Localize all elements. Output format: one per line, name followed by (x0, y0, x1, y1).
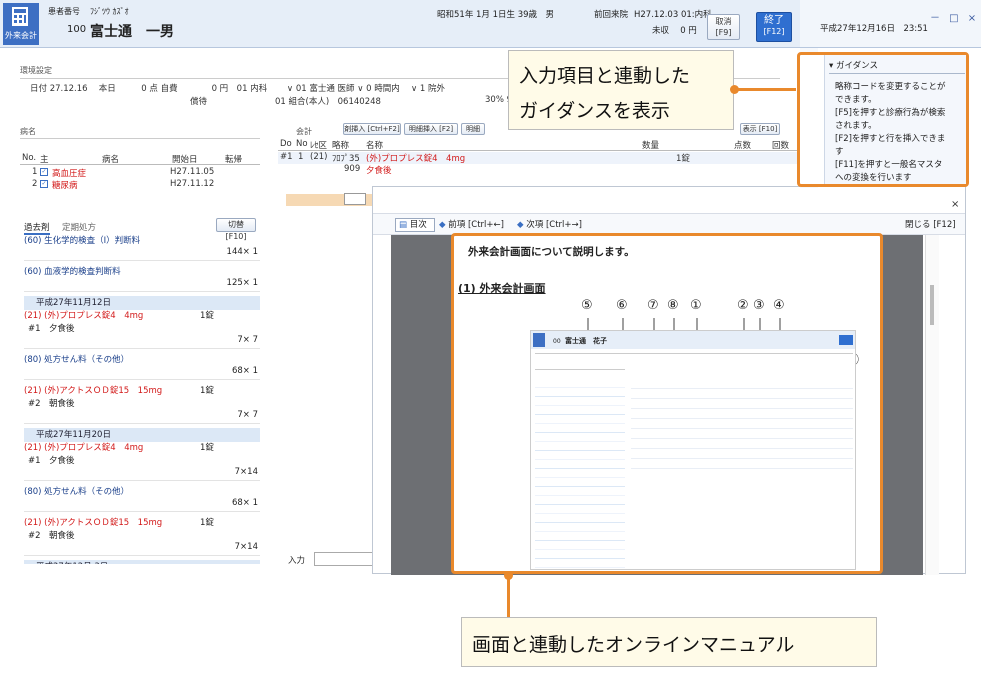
history-timing-row[interactable]: #2 朝食後 (24, 529, 260, 543)
history-drug-row[interactable]: (21) (外)プロプレス錠4 4mg 1錠 (24, 441, 260, 455)
accounting-row[interactable]: 909 夕食後 (278, 164, 798, 176)
close-manual-button[interactable]: 閉じる [F12] (905, 218, 956, 232)
tab-past-prescription[interactable]: 過去剤 (24, 221, 50, 235)
amount-strip (286, 194, 386, 206)
guidance-connector-dot (730, 85, 739, 94)
scrollbar-thumb[interactable] (930, 285, 934, 325)
history-drug-row[interactable]: (21) (外)プロプレス錠4 4mg 1錠 (24, 309, 260, 323)
history-drug-row[interactable]: (21) (外)アクトスＯＤ錠15 15mg 1錠 (24, 384, 260, 398)
tab-regular-prescription[interactable]: 定期処方 (62, 221, 96, 233)
manual-connector-dot (504, 571, 513, 580)
guidance-callout-box: 入力項目と連動した ガイダンスを表示 (508, 50, 734, 130)
last-visit-label: 前回来院 (594, 10, 629, 20)
history-item-row[interactable]: (80) 処方せん料（その他） (24, 353, 260, 367)
last-visit-value: H27.12.03 01:内科 (634, 10, 712, 20)
manual-callout-text: 画面と連動したオンラインマニュアル (472, 634, 795, 656)
patient-no-label: 患者番号 (48, 7, 80, 16)
cancel-button[interactable]: 取消 [F9] (707, 14, 740, 40)
toc-button[interactable]: ▤ 目次 (395, 218, 435, 232)
book-icon: ▤ (399, 220, 408, 230)
history-quantity[interactable]: 68× 1 (24, 366, 260, 380)
history-date-header[interactable]: 平成27年12月 3日 (24, 560, 260, 564)
manual-scrollbar[interactable] (925, 235, 939, 575)
calculator-icon (12, 7, 28, 26)
insert-detail-button[interactable]: 明細挿入 [F2] (404, 123, 458, 135)
next-button[interactable]: ◆ 次項 [Ctrl+→] (517, 218, 582, 232)
guidance-title[interactable]: ▾ ガイダンス (829, 59, 965, 74)
disease-row[interactable]: 1 ✓ 高血圧症 H27.11.05 (20, 167, 260, 179)
disease-title: 病名 (20, 127, 36, 136)
guidance-connector (734, 88, 796, 91)
arrow-right-icon: ◆ (517, 220, 524, 230)
env-line2: 償待 01 組合(本人) 06140248 (190, 97, 381, 107)
thumb-patient-id: 00 (553, 338, 561, 345)
accounting-row[interactable]: #1 1 (21) ﾌﾛﾌﾟ35 (外)プロプレス錠4 4mg 1錠 (278, 152, 798, 164)
unpaid-amount: 未収 0 円 (652, 26, 697, 36)
app-icon[interactable]: 外来会計 (3, 3, 39, 45)
arrow-left-icon: ◆ (439, 220, 446, 230)
disease-panel: 病名 No. 主 病名 開始日 転帰 1 ✓ 高血圧症 H27.11.05 2 … (20, 120, 265, 200)
history-date-header[interactable]: 平成27年11月12日 (24, 296, 260, 310)
history-quantity[interactable]: 7×14 (24, 467, 260, 481)
birth-info: 昭和51年 1月 1日生 39歳 男 (437, 10, 555, 20)
app-header: 外来会計 患者番号 ﾌｼﾞﾂｳ ｶｽﾞｵ 100 富士通 一男 昭和51年 1月… (0, 0, 800, 48)
thumb-patient-name: 富士通 花子 (565, 337, 607, 345)
manual-screenshot-thumbnail: 00 富士通 花子 (530, 330, 856, 570)
checkbox-icon[interactable]: ✓ (40, 168, 48, 176)
history-quantity[interactable]: 7× 7 (24, 410, 260, 424)
history-quantity[interactable]: 7× 7 (24, 335, 260, 349)
history-quantity[interactable]: 125× 1 (24, 278, 260, 292)
history-item-row[interactable]: (80) 処方せん料（その他） (24, 485, 260, 499)
manual-connector (507, 574, 510, 618)
guidance-callout-line2: ガイダンスを表示 (519, 100, 670, 122)
guidance-panel: ▾ ガイダンス 略称コードを変更することが できます。 [F5]を押すと診療行為が… (797, 52, 969, 187)
history-item-row[interactable]: (60) 生化学的検査（Ⅰ）判断料 (24, 234, 260, 248)
patient-kana: ﾌｼﾞﾂｳ ｶｽﾞｵ (90, 7, 129, 16)
patient-id: 100 (67, 24, 87, 35)
manual-callout-box: 画面と連動したオンラインマニュアル (461, 617, 877, 667)
history-item-row[interactable]: (60) 血液学的検査判断料 (24, 265, 260, 279)
accounting-header: Do No ﾚｾ区 略称 名称 数量 点数 回数 (278, 139, 798, 151)
checkbox-icon[interactable]: ✓ (40, 180, 48, 188)
display-button[interactable]: 表示 [F10] (740, 123, 780, 135)
input-row: 入力 (284, 552, 384, 566)
datetime-bar: 平成27年12月16日 23:51 － □ × (800, 0, 981, 48)
manual-toolbar: ▤ 目次 ◆ 前項 [Ctrl+←] ◆ 次項 [Ctrl+→] 閉じる [F1… (373, 213, 965, 235)
insert-group-button[interactable]: 剤挿入 [Ctrl+F2] (343, 123, 401, 135)
input-label: 入力 (288, 556, 306, 566)
accounting-title: 会計 (296, 127, 312, 136)
history-list[interactable]: (60) 生化学的検査（Ⅰ）判断料 144× 1 (60) 血液学的検査判断料 125… (24, 234, 260, 564)
history-timing-row[interactable]: #1 夕食後 (24, 322, 260, 336)
manual-callout-frame: 外来会計画面について説明します。 (1) 外来会計画面 ⑤ ⑥ ⑦ ⑧ ① ② … (451, 233, 883, 574)
switch-button[interactable]: 切替 [F10] (216, 218, 256, 241)
guidance-callout-line1: 入力項目と連動した (519, 65, 691, 87)
env-line1[interactable]: 日付 27.12.16 本日 0 点 自費 0 円 01 内科 ∨ 01 富士通… (30, 82, 445, 94)
guidance-text: 略称コードを変更することが できます。 [F5]を押すと診療行為が検索 されます。 … (835, 82, 946, 183)
history-date-header[interactable]: 平成27年11月20日 (24, 428, 260, 442)
history-quantity[interactable]: 7×14 (24, 542, 260, 556)
detail-button[interactable]: 明細 (461, 123, 485, 135)
guidance-inner: ▾ ガイダンス 略称コードを変更することが できます。 [F5]を押すと診療行為が… (824, 55, 966, 184)
amount-input[interactable] (344, 193, 366, 205)
disease-row[interactable]: 2 ✓ 糖尿病 H27.11.12 (20, 179, 260, 191)
window-controls[interactable]: － □ × (930, 9, 979, 24)
datetime: 平成27年12月16日 23:51 (820, 24, 928, 34)
close-icon[interactable]: × (951, 199, 959, 210)
history-drug-row[interactable]: (21) (外)アクトスＯＤ錠15 15mg 1錠 (24, 516, 260, 530)
patient-name: 富士通 一男 (90, 24, 174, 40)
finish-button[interactable]: 終了 [F12] (756, 12, 792, 42)
history-timing-row[interactable]: #2 朝食後 (24, 397, 260, 411)
history-timing-row[interactable]: #1 夕食後 (24, 454, 260, 468)
history-quantity[interactable]: 144× 1 (24, 247, 260, 261)
disease-header: No. 主 病名 開始日 転帰 (20, 153, 260, 165)
prev-button[interactable]: ◆ 前項 [Ctrl+←] (439, 218, 504, 232)
env-title: 環境設定 (20, 66, 52, 75)
history-panel: 過去剤 定期処方 切替 [F10] (24, 213, 260, 241)
app-label: 外来会計 (5, 31, 37, 40)
history-quantity[interactable]: 68× 1 (24, 498, 260, 512)
